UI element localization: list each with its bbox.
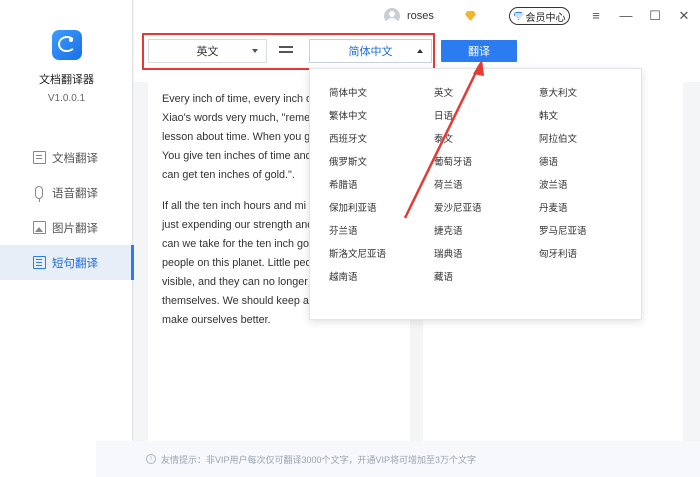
translate-button[interactable]: 翻译 xyxy=(441,40,517,62)
language-option[interactable]: 希腊语 xyxy=(329,177,434,200)
language-option[interactable]: 意大利文 xyxy=(539,85,639,108)
sidebar-item-voice-translate[interactable]: 语音翻译 xyxy=(0,175,133,210)
close-icon[interactable]: ✕ xyxy=(676,8,692,24)
language-option[interactable]: 英文 xyxy=(434,85,539,108)
sidebar-item-label: 短句翻译 xyxy=(52,257,98,270)
target-language-dropdown: 简体中文 英文 意大利文 繁体中文 日语 韩文 西班牙文 泰文 阿拉伯文 俄罗斯… xyxy=(309,68,642,320)
notice-bar: i 友情提示：非VIP用户每次仅可翻译3000个文字，开通VIP将可增加至3万个… xyxy=(96,441,700,477)
language-option[interactable]: 瑞典语 xyxy=(434,246,539,269)
image-icon xyxy=(33,221,46,234)
info-icon: i xyxy=(146,454,156,464)
menu-icon[interactable]: ≡ xyxy=(588,8,604,24)
diamond-icon xyxy=(513,12,524,20)
highlight-frame xyxy=(142,33,435,70)
maximize-icon[interactable]: ☐ xyxy=(647,8,663,24)
gem-icon[interactable] xyxy=(465,11,476,21)
app-logo-icon xyxy=(52,30,82,60)
language-option[interactable]: 韩文 xyxy=(539,108,639,131)
language-option[interactable]: 西班牙文 xyxy=(329,131,434,154)
sidebar-item-label: 文档翻译 xyxy=(52,152,98,165)
language-option[interactable]: 捷克语 xyxy=(434,223,539,246)
language-option[interactable]: 斯洛文尼亚语 xyxy=(329,246,434,269)
app-name: 文档翻译器 xyxy=(39,74,94,86)
language-option[interactable]: 越南语 xyxy=(329,269,434,292)
avatar[interactable] xyxy=(384,8,400,24)
sidebar-item-label: 图片翻译 xyxy=(52,222,98,235)
language-option[interactable]: 简体中文 xyxy=(329,85,434,108)
language-option[interactable]: 保加利亚语 xyxy=(329,200,434,223)
language-option[interactable]: 日语 xyxy=(434,108,539,131)
sidebar-item-label: 语音翻译 xyxy=(52,187,98,200)
language-option[interactable]: 荷兰语 xyxy=(434,177,539,200)
microphone-icon xyxy=(35,186,43,202)
sidebar-item-image-translate[interactable]: 图片翻译 xyxy=(0,210,133,245)
sentence-icon xyxy=(33,256,46,269)
notice-text: 友情提示：非VIP用户每次仅可翻译3000个文字，开通VIP将可增加至3万个文字 xyxy=(161,454,477,465)
app-version: V1.0.0.1 xyxy=(47,93,86,104)
language-option[interactable]: 罗马尼亚语 xyxy=(539,223,639,246)
language-grid: 简体中文 英文 意大利文 繁体中文 日语 韩文 西班牙文 泰文 阿拉伯文 俄罗斯… xyxy=(329,85,639,292)
language-option[interactable]: 繁体中文 xyxy=(329,108,434,131)
language-option[interactable]: 阿拉伯文 xyxy=(539,131,639,154)
language-option[interactable]: 丹麦语 xyxy=(539,200,639,223)
vip-center-label: 会员中心 xyxy=(525,12,566,24)
language-option[interactable]: 德语 xyxy=(539,154,639,177)
language-option[interactable]: 藏语 xyxy=(434,269,539,292)
sidebar-item-sentence-translate[interactable]: 短句翻译 xyxy=(0,245,134,280)
document-icon xyxy=(33,151,46,164)
vip-center-button[interactable]: 会员中心 xyxy=(509,7,570,25)
language-option[interactable]: 泰文 xyxy=(434,131,539,154)
language-option[interactable]: 爱沙尼亚语 xyxy=(434,200,539,223)
username[interactable]: roses xyxy=(407,10,434,22)
sidebar-nav: 文档翻译 语音翻译 图片翻译 短句翻译 xyxy=(0,140,134,280)
language-option[interactable]: 俄罗斯文 xyxy=(329,154,434,177)
language-option[interactable]: 匈牙利语 xyxy=(539,246,639,269)
minimize-icon[interactable]: — xyxy=(618,8,634,24)
language-option[interactable]: 波兰语 xyxy=(539,177,639,200)
language-option[interactable]: 葡萄牙语 xyxy=(434,154,539,177)
language-option[interactable]: 芬兰语 xyxy=(329,223,434,246)
title-bar: roses 会员中心 ≡ — ☐ ✕ xyxy=(134,0,700,34)
sidebar-item-document-translate[interactable]: 文档翻译 xyxy=(0,140,133,175)
sidebar: 文档翻译器 V1.0.0.1 文档翻译 语音翻译 图片翻译 短句翻译 xyxy=(0,0,134,477)
